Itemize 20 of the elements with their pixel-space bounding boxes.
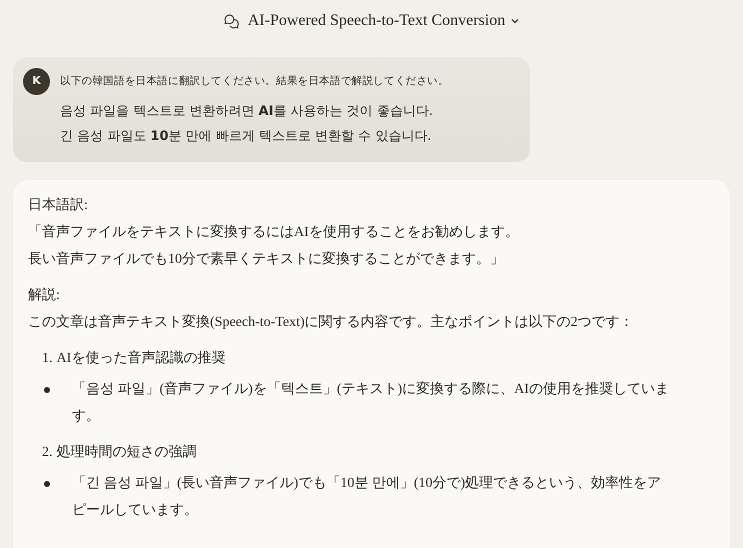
- list-heading: AIを使った音声認識の推奨: [56, 349, 226, 368]
- section-heading: 解説:: [28, 286, 61, 305]
- conversation-title[interactable]: AI-Powered Speech-to-Text Conversion: [248, 9, 520, 33]
- korean-text-line: 음성 파일을 텍스트로 변환하려면 AI를 사용하는 것이 좋습니다.: [60, 103, 434, 121]
- list-heading: 処理時間の短さの強調: [56, 443, 196, 462]
- list-number: 2.: [42, 444, 52, 462]
- user-instruction: 以下の韓国語を日本語に翻訳してください。結果を日本語で解説してください。: [60, 74, 449, 89]
- chevron-down-icon: [510, 16, 520, 26]
- bullet-icon: [44, 387, 50, 393]
- translation-line: 長い音声ファイルでも10分で素早くテキストに変換することができます。」: [28, 250, 505, 269]
- translation-line: 「音声ファイルをテキストに変換するにはAIを使用することをお勧めします。: [28, 223, 520, 242]
- section-heading: 日本語訳:: [28, 196, 89, 215]
- explanation-paragraph: この文章は音声テキスト変換(Speech-to-Text)に関する内容です。主なポイントは以下の2つです：: [28, 313, 635, 332]
- bullet-icon: [44, 481, 50, 487]
- bullet-text: 「음성 파일」(音声ファイル)を「텍스트」(テキスト)に変換する際に、AIの使用を推奨しています。: [72, 380, 670, 426]
- bullet-text: 「긴 음성 파일」(長い音声ファイル)でも「10분 만에」(10分で)処理できるという、効率性をアピールしています。: [72, 474, 662, 520]
- list-number: 1.: [42, 350, 52, 368]
- korean-text-line: 긴 음성 파일도 10분 만에 빠르게 텍스트로 변환할 수 있습니다.: [60, 128, 432, 146]
- chat-icon: [222, 12, 240, 30]
- user-avatar: K: [23, 68, 50, 95]
